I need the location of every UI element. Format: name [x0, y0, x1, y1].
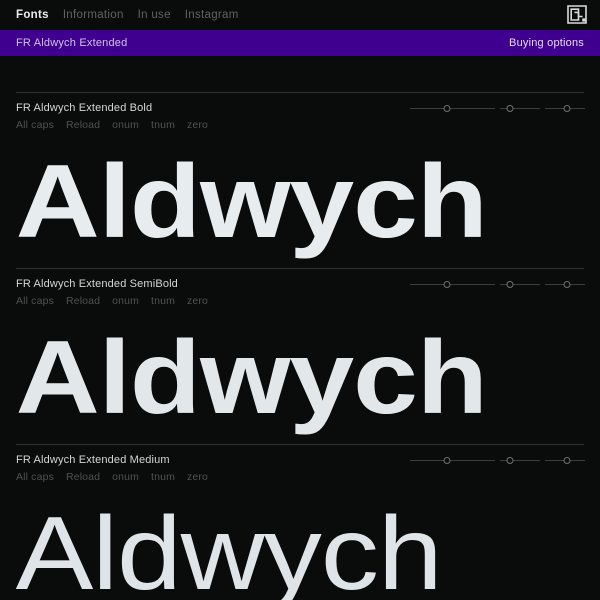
slider-knob[interactable]	[563, 456, 571, 464]
nav-item-information[interactable]: Information	[63, 9, 124, 21]
feature-zero[interactable]: zero	[187, 295, 208, 308]
specimen-header-bold: FR Aldwych Extended Bold All caps Reload…	[0, 93, 600, 138]
specimen-row-semibold: FR Aldwych Extended SemiBold All caps Re…	[0, 268, 600, 444]
size-slider-semibold[interactable]	[410, 278, 495, 290]
nav-item-in-use[interactable]: In use	[138, 9, 171, 21]
leading-slider-bold[interactable]	[500, 102, 540, 114]
slider-track	[410, 459, 495, 461]
feature-tnum[interactable]: tnum	[151, 295, 175, 308]
feature-all-caps[interactable]: All caps	[16, 119, 54, 132]
nav-item-instagram[interactable]: Instagram	[185, 9, 239, 21]
feature-toggles-semibold: All caps Reload onum tnum zero	[16, 295, 584, 308]
slider-track	[410, 283, 495, 285]
feature-zero[interactable]: zero	[187, 119, 208, 132]
specimen-sheet: FR Aldwych Extended Bold All caps Reload…	[0, 56, 600, 600]
slider-knob[interactable]	[443, 456, 451, 464]
feature-onum[interactable]: onum	[112, 119, 139, 132]
leading-slider-medium[interactable]	[500, 454, 540, 466]
slider-group-semibold	[410, 278, 585, 290]
tracking-slider-semibold[interactable]	[545, 278, 585, 290]
foundry-logo-mark-icon[interactable]	[566, 4, 588, 25]
top-navigation-bar: Fonts Information In use Instagram	[0, 0, 600, 30]
slider-group-bold	[410, 102, 585, 114]
specimen-word-semibold[interactable]: Aldwych	[0, 314, 600, 444]
slider-knob[interactable]	[506, 280, 514, 288]
sheet-top-spacer	[0, 56, 600, 92]
slider-knob[interactable]	[506, 456, 514, 464]
feature-zero[interactable]: zero	[187, 471, 208, 484]
slider-knob[interactable]	[443, 280, 451, 288]
feature-tnum[interactable]: tnum	[151, 119, 175, 132]
logo-dot	[582, 18, 586, 22]
tracking-slider-medium[interactable]	[545, 454, 585, 466]
feature-reload[interactable]: Reload	[66, 471, 100, 484]
nav-item-fonts[interactable]: Fonts	[16, 9, 49, 21]
feature-all-caps[interactable]: All caps	[16, 471, 54, 484]
specimen-row-medium: FR Aldwych Extended Medium All caps Relo…	[0, 444, 600, 600]
slider-knob[interactable]	[443, 104, 451, 112]
specimen-header-medium: FR Aldwych Extended Medium All caps Relo…	[0, 445, 600, 490]
slider-track	[410, 107, 495, 109]
buying-options-link[interactable]: Buying options	[509, 37, 584, 49]
feature-onum[interactable]: onum	[112, 295, 139, 308]
specimen-row-bold: FR Aldwych Extended Bold All caps Reload…	[0, 92, 600, 268]
specimen-word-bold[interactable]: Aldwych	[0, 138, 600, 268]
feature-toggles-medium: All caps Reload onum tnum zero	[16, 471, 584, 484]
slider-group-medium	[410, 454, 585, 466]
feature-tnum[interactable]: tnum	[151, 471, 175, 484]
size-slider-medium[interactable]	[410, 454, 495, 466]
feature-reload[interactable]: Reload	[66, 119, 100, 132]
slider-knob[interactable]	[563, 280, 571, 288]
feature-reload[interactable]: Reload	[66, 295, 100, 308]
slider-knob[interactable]	[563, 104, 571, 112]
family-title-bar: FR Aldwych Extended Buying options	[0, 30, 600, 56]
tracking-slider-bold[interactable]	[545, 102, 585, 114]
specimen-header-semibold: FR Aldwych Extended SemiBold All caps Re…	[0, 269, 600, 314]
family-name-label: FR Aldwych Extended	[16, 37, 128, 49]
main-nav: Fonts Information In use Instagram	[0, 9, 239, 21]
slider-knob[interactable]	[506, 104, 514, 112]
feature-all-caps[interactable]: All caps	[16, 295, 54, 308]
size-slider-bold[interactable]	[410, 102, 495, 114]
specimen-word-medium[interactable]: Aldwych	[0, 490, 600, 600]
feature-toggles-bold: All caps Reload onum tnum zero	[16, 119, 584, 132]
leading-slider-semibold[interactable]	[500, 278, 540, 290]
feature-onum[interactable]: onum	[112, 471, 139, 484]
